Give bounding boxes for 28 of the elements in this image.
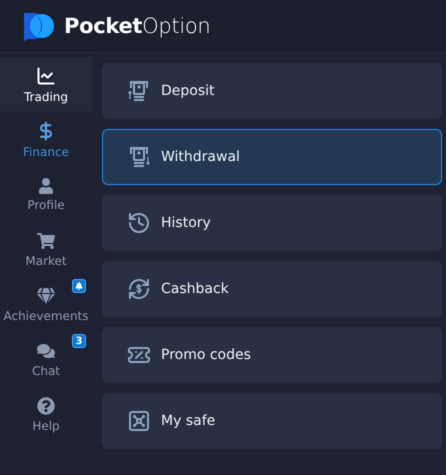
chart-icon (36, 66, 56, 86)
diamond-icon (37, 286, 55, 304)
sidebar-item[interactable]: Achievements (0, 277, 92, 332)
menu-item[interactable]: Withdrawal (102, 129, 442, 185)
chat-bubbles-icon (37, 342, 55, 360)
safe-icon (127, 409, 151, 433)
sidebar-item[interactable]: Profile (0, 167, 92, 222)
sidebar-item[interactable]: Help (0, 387, 92, 442)
atm-icon (127, 145, 151, 169)
sidebar-item[interactable]: Trading (0, 57, 92, 112)
logo-icon (22, 11, 56, 41)
menu-item[interactable]: My safe (102, 393, 442, 449)
menu-item[interactable]: History (102, 195, 442, 251)
logo-text: PocketOption (64, 14, 210, 38)
history-icon (127, 211, 151, 235)
atm-icon (127, 79, 151, 103)
menu-item[interactable]: Cashback (102, 261, 442, 317)
help-icon (37, 396, 55, 414)
sidebar-item[interactable]: Market (0, 222, 92, 277)
sidebar-item[interactable]: Finance (0, 112, 92, 167)
menu-item[interactable]: Deposit (102, 63, 442, 119)
menu-item[interactable]: Promo codes (102, 327, 442, 383)
sidebar-item[interactable]: Chat 3 (0, 332, 92, 387)
bell-icon (75, 282, 83, 290)
cashback-icon (127, 277, 151, 301)
cart-icon (37, 232, 55, 250)
count-badge: 3 (72, 334, 86, 348)
user-icon (38, 178, 54, 194)
